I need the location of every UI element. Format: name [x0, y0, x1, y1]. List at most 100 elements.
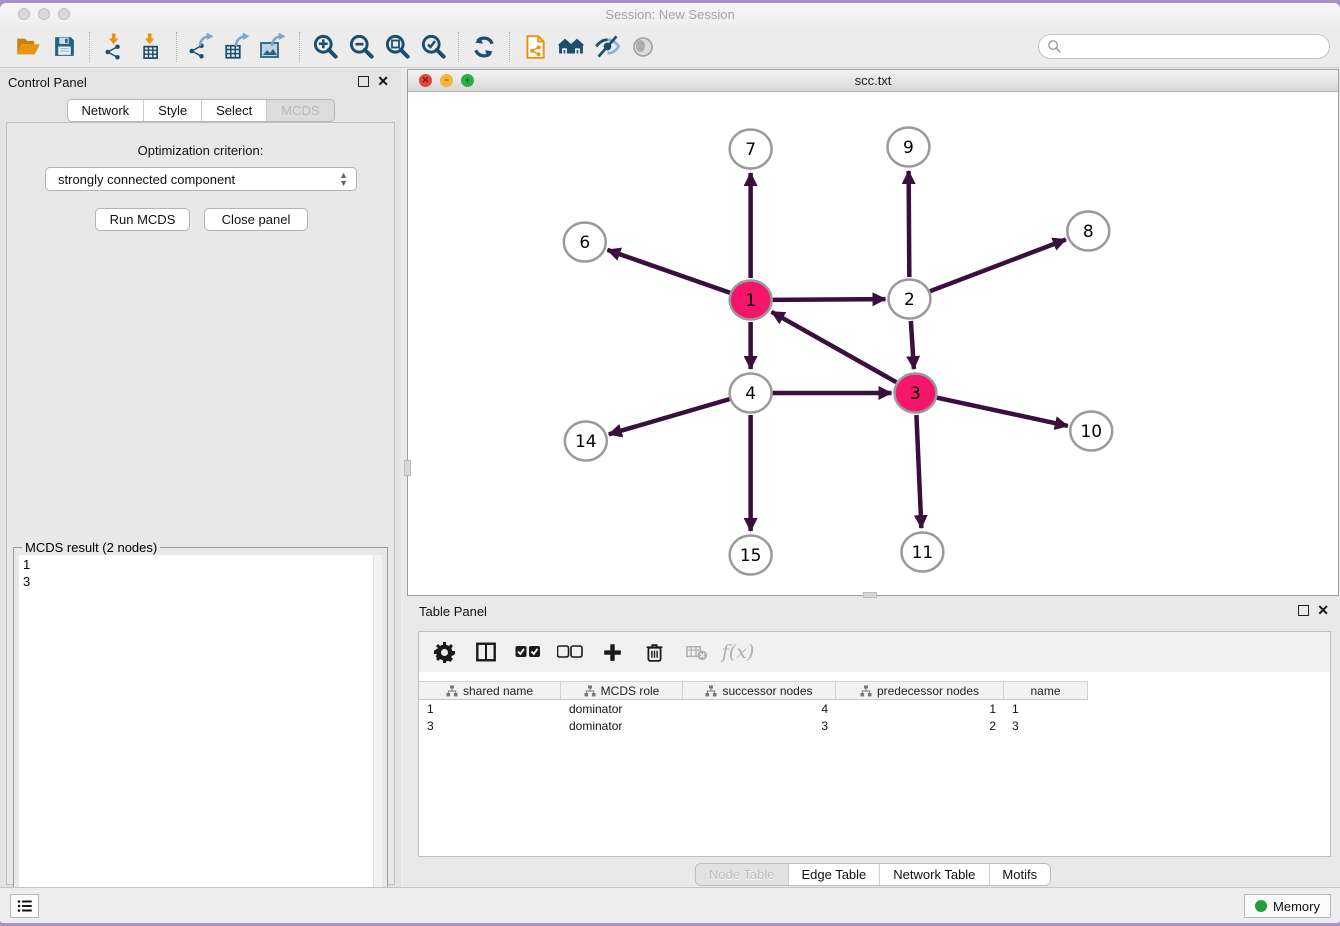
column-header-predecessor-nodes[interactable]: predecessor nodes	[836, 682, 1004, 699]
export-network-button[interactable]	[184, 31, 220, 63]
toolbar-separator	[458, 32, 459, 62]
add-row-icon[interactable]	[599, 639, 625, 665]
function-builder-icon: f(x)	[725, 639, 751, 665]
graph-edge-3-11[interactable]	[916, 415, 921, 528]
export-table-button[interactable]	[220, 31, 256, 63]
import-table-button[interactable]	[133, 31, 169, 63]
graph-node-14[interactable]: 14	[565, 422, 607, 461]
graph-node-6[interactable]: 6	[564, 223, 606, 262]
network-window-titlebar[interactable]: ✕ − + scc.txt	[408, 70, 1338, 92]
graph-node-9[interactable]: 9	[887, 128, 929, 167]
column-layout-icon[interactable]	[473, 639, 499, 665]
network-canvas[interactable]: 7 9 6 8 1 2 4 3 14 10 15 11	[408, 92, 1338, 595]
graph-edge-2-3[interactable]	[911, 321, 914, 369]
graph-edge-2-9[interactable]	[909, 171, 910, 277]
tab-motifs[interactable]: Motifs	[989, 864, 1050, 885]
graph-node-11[interactable]: 11	[901, 533, 943, 572]
graph-edge-3-1[interactable]	[772, 312, 897, 382]
graph-node-8[interactable]: 8	[1067, 212, 1109, 251]
zoom-in-button[interactable]	[307, 31, 343, 63]
table-cell: 1	[836, 701, 1004, 718]
column-header-MCDS-role[interactable]: MCDS role	[561, 682, 683, 699]
table-cell: 3	[419, 718, 561, 735]
optimization-criterion-label: Optimization criterion:	[7, 143, 394, 158]
close-panel-button[interactable]: Close panel	[204, 208, 308, 231]
graph-node-7[interactable]: 7	[730, 130, 772, 169]
control-panel-tabs: Network Style Select MCDS	[66, 99, 334, 122]
tab-edge-table[interactable]: Edge Table	[788, 864, 880, 885]
graph-edge-1-2[interactable]	[773, 299, 886, 300]
task-history-button[interactable]	[10, 894, 39, 918]
import-network-button[interactable]	[97, 31, 133, 63]
search-field[interactable]	[1038, 34, 1330, 59]
graph-node-15[interactable]: 15	[730, 536, 772, 575]
close-table-panel-icon[interactable]: ✕	[1317, 602, 1329, 618]
close-panel-icon[interactable]: ✕	[377, 73, 389, 89]
network-view-window: ✕ − + scc.txt 7 9 6 8 1 2 4 3 14 10 15 11	[407, 69, 1339, 596]
svg-text:1: 1	[745, 291, 756, 311]
table-row[interactable]: 3dominator323	[419, 718, 1330, 735]
graph-node-1[interactable]: 1	[730, 281, 772, 320]
table-cell: 2	[836, 718, 1004, 735]
graph-edge-2-8[interactable]	[930, 240, 1066, 292]
export-image-button[interactable]	[256, 31, 292, 63]
column-header-shared-name[interactable]: shared name	[419, 682, 561, 699]
tab-network-table[interactable]: Network Table	[880, 864, 989, 885]
table-cell: 4	[683, 701, 836, 718]
table-row[interactable]: 1dominator411	[419, 701, 1330, 718]
graph-edge-1-6[interactable]	[607, 250, 729, 293]
tab-select[interactable]: Select	[202, 100, 267, 121]
open-session-button[interactable]	[10, 31, 46, 63]
graph-node-10[interactable]: 10	[1070, 412, 1112, 451]
tab-mcds[interactable]: MCDS	[267, 100, 333, 121]
result-scrollbar[interactable]	[373, 555, 382, 921]
toolbar-separator	[89, 32, 90, 62]
graph-node-4[interactable]: 4	[730, 374, 772, 413]
tab-network[interactable]: Network	[67, 100, 144, 121]
memory-button[interactable]: Memory	[1244, 894, 1331, 918]
node-table-container: f(x) shared name MCDS role successor nodes…	[418, 631, 1331, 857]
tab-node-table[interactable]: Node Table	[696, 864, 789, 885]
refresh-view-button[interactable]	[466, 31, 502, 63]
table-settings-icon[interactable]	[431, 639, 457, 665]
clone-network-button[interactable]	[517, 31, 553, 63]
toolbar-separator	[176, 32, 177, 62]
mcds-result-box: MCDS result (2 nodes) 1 3	[13, 547, 388, 923]
table-panel: Table Panel ✕ f(x) shared nameMCDS roles…	[407, 598, 1339, 891]
column-header-name[interactable]: name	[1004, 682, 1088, 699]
search-input[interactable]	[1063, 37, 1329, 57]
first-neighbors-button[interactable]	[553, 31, 589, 63]
mcds-result-text[interactable]: 1 3	[19, 555, 373, 921]
graph-edge-4-14[interactable]	[609, 399, 730, 434]
zoom-fit-button[interactable]	[379, 31, 415, 63]
splitter-grip-vertical[interactable]	[404, 460, 411, 476]
control-panel: Control Panel ✕ Network Style Select MCD…	[0, 69, 401, 891]
select-all-icon[interactable]	[515, 639, 541, 665]
hierarchy-icon	[446, 685, 458, 697]
column-header-successor-nodes[interactable]: successor nodes	[683, 682, 836, 699]
delete-row-icon[interactable]	[641, 639, 667, 665]
criterion-dropdown[interactable]: strongly connected component ▲▼	[45, 167, 357, 191]
svg-text:3: 3	[910, 384, 921, 404]
delete-column-icon	[683, 639, 709, 665]
criterion-value: strongly connected component	[58, 172, 235, 187]
float-panel-icon[interactable]	[358, 76, 369, 87]
save-session-button[interactable]	[46, 31, 82, 63]
graph-node-3[interactable]: 3	[894, 374, 936, 413]
dropdown-spinner-icon: ▲▼	[339, 171, 348, 187]
deselect-all-icon[interactable]	[557, 639, 583, 665]
show-all-button[interactable]	[625, 31, 661, 63]
zoom-selected-button[interactable]	[415, 31, 451, 63]
svg-text:14: 14	[575, 432, 597, 452]
graph-node-2[interactable]: 2	[888, 280, 930, 319]
graph-edge-3-10[interactable]	[937, 398, 1068, 426]
tab-style[interactable]: Style	[144, 100, 202, 121]
mcds-tab-content: Optimization criterion: strongly connect…	[6, 122, 395, 885]
column-header-label: MCDS role	[601, 684, 660, 698]
float-table-panel-icon[interactable]	[1298, 605, 1309, 616]
run-mcds-button[interactable]: Run MCDS	[95, 208, 190, 231]
column-header-label: successor nodes	[722, 684, 812, 698]
zoom-out-button[interactable]	[343, 31, 379, 63]
svg-text:4: 4	[745, 384, 756, 404]
hide-selected-button[interactable]	[589, 31, 625, 63]
